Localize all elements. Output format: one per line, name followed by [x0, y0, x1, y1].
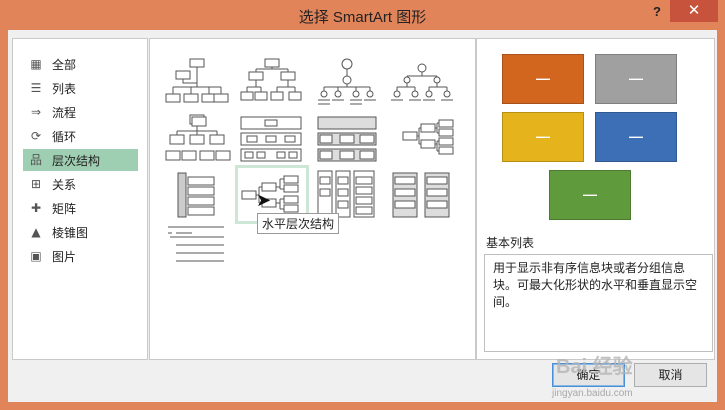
- preview-title: 基本列表: [486, 236, 535, 250]
- layout-thumbnail[interactable]: [312, 54, 382, 109]
- sidebar-item-matrix[interactable]: ✚ 矩阵: [23, 197, 138, 219]
- close-button[interactable]: ✕: [670, 0, 718, 22]
- preview-shape-orange: —: [502, 54, 584, 104]
- sidebar-item-label: 图片: [52, 249, 77, 264]
- all-icon: ▦: [30, 57, 42, 71]
- help-button[interactable]: ?: [648, 4, 666, 24]
- layout-thumbnail[interactable]: [162, 223, 232, 268]
- layout-thumbnail[interactable]: [237, 54, 307, 109]
- layout-thumbnail[interactable]: [162, 54, 232, 109]
- cycle-icon: ⟳: [30, 129, 42, 143]
- layout-thumbnail[interactable]: [387, 111, 457, 166]
- layout-thumbnail[interactable]: [312, 111, 382, 166]
- sidebar-item-process[interactable]: ⇒ 流程: [23, 101, 138, 123]
- preview-shape-blue: —: [595, 112, 677, 162]
- mouse-cursor-icon: ➤: [256, 190, 272, 210]
- relationship-icon: ⊞: [30, 177, 42, 191]
- layout-thumbnail[interactable]: [387, 54, 457, 109]
- layout-thumbnail[interactable]: [162, 167, 232, 222]
- process-icon: ⇒: [30, 105, 42, 119]
- layout-thumbnail[interactable]: [237, 111, 307, 166]
- sidebar-item-label: 列表: [52, 81, 77, 96]
- sidebar-item-label: 层次结构: [52, 153, 101, 168]
- sidebar-item-label: 全部: [52, 57, 77, 72]
- sidebar-item-label: 矩阵: [52, 201, 77, 216]
- preview-shape-green: —: [549, 170, 631, 220]
- layout-tooltip: 水平层次结构: [257, 213, 340, 234]
- preview-shape-yellow: —: [502, 112, 584, 162]
- sidebar-item-relationship[interactable]: ⊞ 关系: [23, 173, 138, 195]
- list-icon: ☰: [30, 81, 42, 95]
- category-list: ▦ 全部 ☰ 列表 ⇒ 流程 ⟳ 循环 品 层次结构 ⊞ 关系 ✚ 矩阵 ▲ 棱…: [12, 38, 148, 360]
- sidebar-item-label: 循环: [52, 129, 77, 144]
- sidebar-item-picture[interactable]: ▣ 图片: [23, 245, 138, 267]
- sidebar-item-list[interactable]: ☰ 列表: [23, 77, 138, 99]
- sidebar-item-all[interactable]: ▦ 全部: [23, 53, 138, 75]
- layout-thumbnail[interactable]: [162, 111, 232, 166]
- title-bar: 选择 SmartArt 图形 ? ✕: [0, 0, 725, 30]
- layout-gallery: [149, 38, 476, 360]
- sidebar-item-pyramid[interactable]: ▲ 棱锥图: [23, 221, 138, 243]
- pyramid-icon: ▲: [31, 225, 41, 239]
- matrix-icon: ✚: [30, 201, 42, 215]
- layout-thumbnail[interactable]: [387, 167, 457, 222]
- picture-icon: ▣: [30, 249, 42, 263]
- watermark-logo: Bai 经验: [556, 356, 633, 378]
- preview-description: 用于显示非有序信息块或者分组信息块。可最大化形状的水平和垂直显示空间。: [484, 254, 713, 352]
- hierarchy-icon: 品: [29, 153, 42, 167]
- sidebar-item-hierarchy[interactable]: 品 层次结构: [23, 149, 138, 171]
- sidebar-item-label: 棱锥图: [52, 225, 89, 240]
- dialog-body: ▦ 全部 ☰ 列表 ⇒ 流程 ⟳ 循环 品 层次结构 ⊞ 关系 ✚ 矩阵 ▲ 棱…: [8, 30, 717, 402]
- dialog-window: 选择 SmartArt 图形 ? ✕ ▦ 全部 ☰ 列表 ⇒ 流程 ⟳ 循环 品: [0, 0, 725, 410]
- dialog-title: 选择 SmartArt 图形: [298, 9, 427, 26]
- sidebar-item-cycle[interactable]: ⟳ 循环: [23, 125, 138, 147]
- preview-shape-gray: —: [595, 54, 677, 104]
- cancel-button[interactable]: 取消: [634, 363, 707, 387]
- watermark-url: jingyan.baidu.com: [552, 388, 633, 399]
- sidebar-item-label: 关系: [52, 177, 77, 192]
- sidebar-item-label: 流程: [52, 105, 77, 120]
